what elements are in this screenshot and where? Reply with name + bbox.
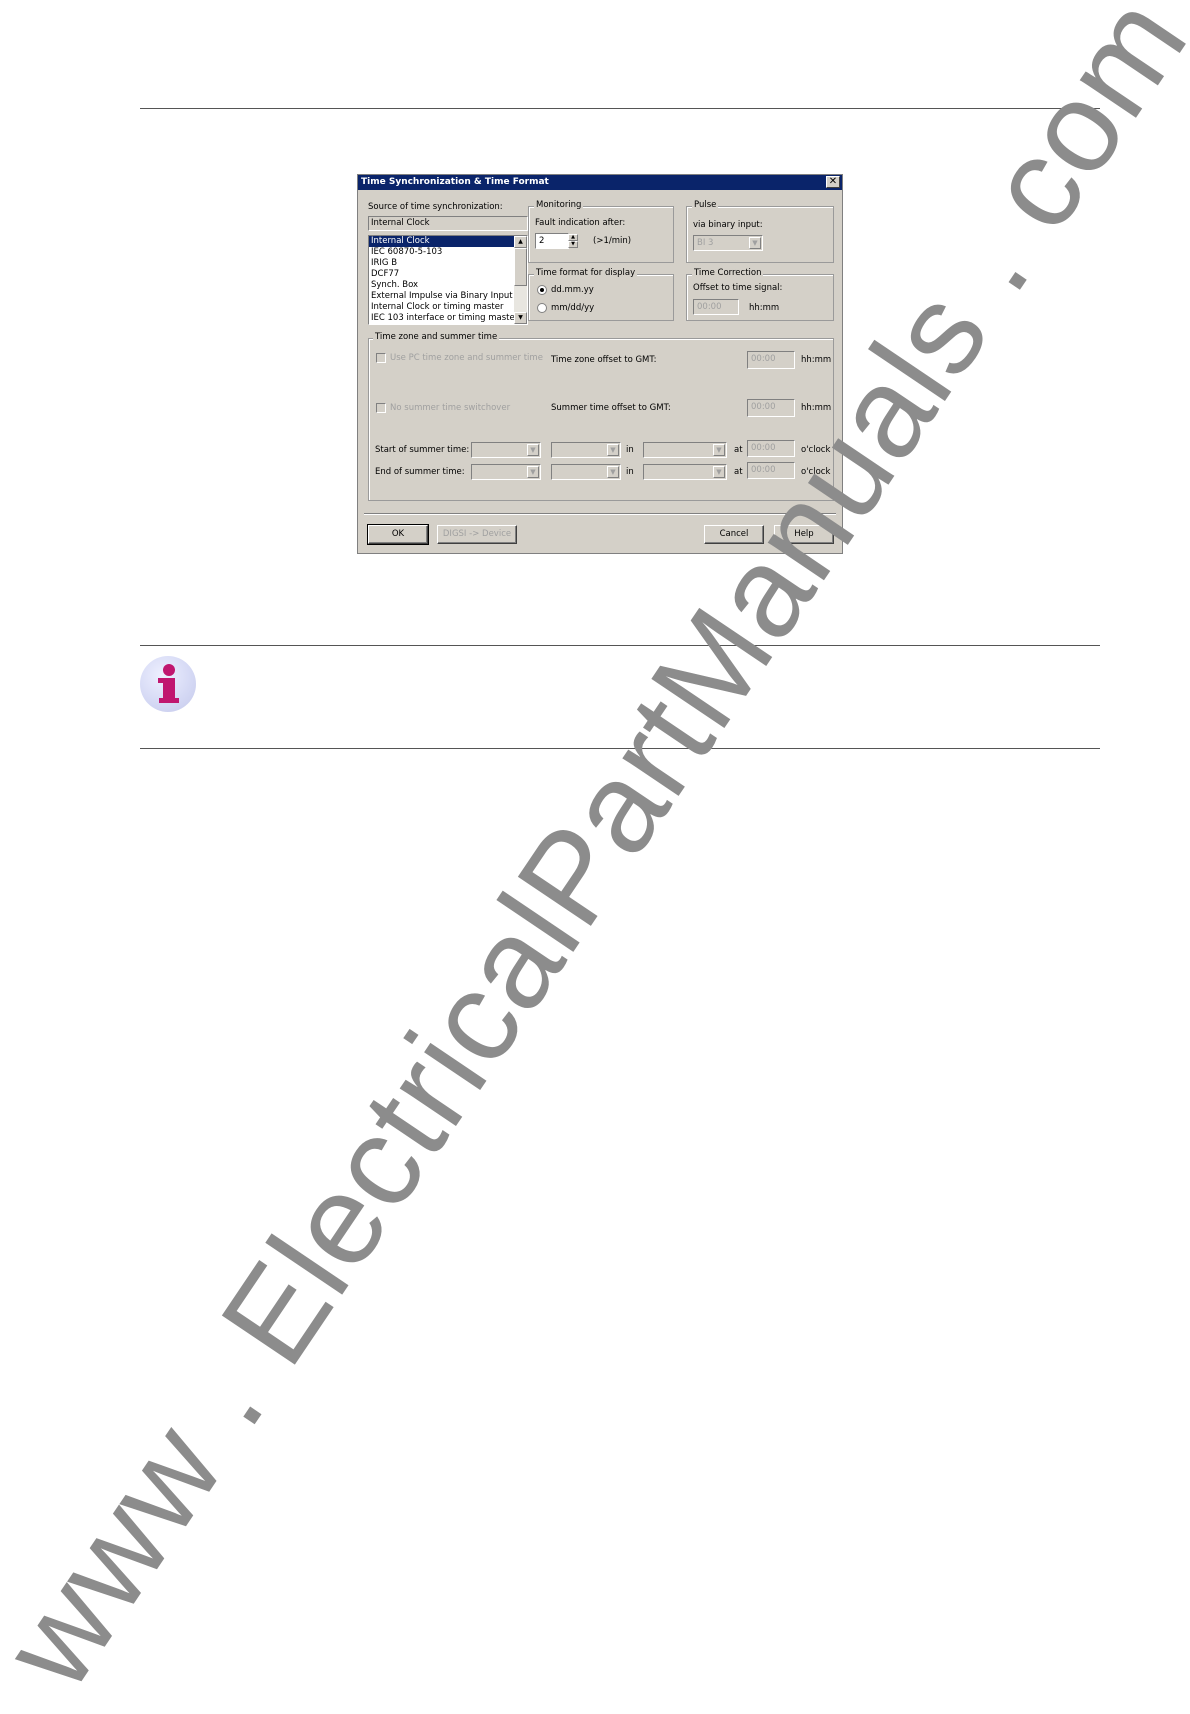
chevron-down-icon[interactable]: ▼ — [607, 444, 619, 456]
use-pc-timezone-checkbox[interactable] — [376, 353, 386, 363]
start-summer-label: Start of summer time: — [375, 445, 470, 455]
end-in-label: in — [626, 467, 634, 477]
list-item[interactable]: IEC 103 interface or timing master — [369, 313, 527, 324]
tz-offset-label: Time zone offset to GMT: — [551, 355, 657, 365]
start-month-select[interactable]: ▼ — [643, 442, 727, 458]
tz-offset-input[interactable]: 00:00 — [747, 351, 795, 369]
dialog-titlebar: Time Synchronization & Time Format ✕ — [358, 175, 842, 190]
stepper-down-icon[interactable]: ▼ — [568, 241, 578, 248]
no-summer-switchover-checkbox[interactable] — [376, 403, 386, 413]
source-label: Source of time synchronization: — [368, 202, 503, 212]
time-format-title: Time format for display — [534, 268, 638, 278]
binary-input-label: via binary input: — [693, 220, 763, 230]
chevron-down-icon[interactable]: ▼ — [527, 466, 539, 478]
start-at-label: at — [734, 445, 743, 455]
tz-offset-unit: hh:mm — [801, 355, 832, 365]
format-ddmmyy-radio[interactable] — [537, 285, 547, 295]
format-ddmmyy-label: dd.mm.yy — [551, 285, 594, 295]
close-icon[interactable]: ✕ — [826, 176, 840, 188]
monitoring-title: Monitoring — [534, 200, 584, 210]
pulse-title: Pulse — [692, 200, 719, 210]
source-value-field: Internal Clock — [368, 216, 528, 231]
fault-indication-input[interactable]: 2 — [535, 233, 569, 249]
chevron-down-icon[interactable]: ▼ — [607, 466, 619, 478]
scroll-down-icon[interactable]: ▼ — [514, 312, 527, 324]
binary-input-value: BI 3 — [697, 238, 714, 248]
offset-unit: hh:mm — [749, 303, 780, 313]
chevron-down-icon[interactable]: ▼ — [713, 444, 725, 456]
list-scrollbar[interactable]: ▲ ▼ — [514, 236, 527, 324]
digsi-to-device-button[interactable]: DIGSI -> Device — [437, 525, 517, 544]
scroll-thumb[interactable] — [514, 248, 527, 286]
dialog-title: Time Synchronization & Time Format — [361, 177, 549, 187]
end-at-label: at — [734, 467, 743, 477]
list-item[interactable]: Internal Clock — [369, 236, 527, 247]
start-in-label: in — [626, 445, 634, 455]
list-item[interactable]: DCF77 — [369, 269, 527, 280]
chevron-down-icon[interactable]: ▼ — [713, 466, 725, 478]
use-pc-timezone-label: Use PC time zone and summer time — [390, 353, 543, 363]
note-top-rule — [140, 645, 1100, 646]
chevron-down-icon[interactable]: ▼ — [749, 237, 761, 249]
fault-indication-stepper[interactable]: ▲ ▼ — [568, 234, 578, 248]
end-month-select[interactable]: ▼ — [643, 464, 727, 480]
start-day-select[interactable]: ▼ — [551, 442, 621, 458]
format-mmddyy-radio[interactable] — [537, 303, 547, 313]
list-item[interactable]: External Impulse via Binary Input — [369, 291, 527, 302]
ok-button[interactable]: OK — [367, 524, 429, 545]
scroll-up-icon[interactable]: ▲ — [514, 236, 527, 248]
stepper-up-icon[interactable]: ▲ — [568, 234, 578, 241]
summer-offset-label: Summer time offset to GMT: — [551, 403, 671, 413]
start-week-select[interactable]: ▼ — [471, 442, 541, 458]
info-icon — [140, 656, 196, 712]
top-rule — [140, 108, 1100, 109]
list-item[interactable]: IEC 60870-5-103 — [369, 247, 527, 258]
source-listbox[interactable]: Internal Clock IEC 60870-5-103 IRIG B DC… — [368, 235, 528, 325]
offset-input[interactable]: 00:00 — [693, 299, 739, 315]
chevron-down-icon[interactable]: ▼ — [527, 444, 539, 456]
end-day-select[interactable]: ▼ — [551, 464, 621, 480]
list-item[interactable]: Internal Clock or timing master — [369, 302, 527, 313]
summer-offset-input[interactable]: 00:00 — [747, 399, 795, 417]
time-format-group — [528, 274, 674, 321]
format-mmddyy-label: mm/dd/yy — [551, 303, 595, 313]
timezone-title: Time zone and summer time — [373, 332, 500, 342]
no-summer-switchover-label: No summer time switchover — [390, 403, 511, 413]
fault-unit: (>1/min) — [593, 236, 632, 246]
end-summer-label: End of summer time: — [375, 467, 465, 477]
fault-indication-label: Fault indication after: — [535, 218, 626, 228]
list-item[interactable]: IRIG B — [369, 258, 527, 269]
binary-input-select[interactable]: BI 3 ▼ — [693, 235, 763, 251]
time-correction-title: Time Correction — [692, 268, 764, 278]
list-item[interactable]: Synch. Box — [369, 280, 527, 291]
offset-label: Offset to time signal: — [693, 283, 783, 293]
end-week-select[interactable]: ▼ — [471, 464, 541, 480]
